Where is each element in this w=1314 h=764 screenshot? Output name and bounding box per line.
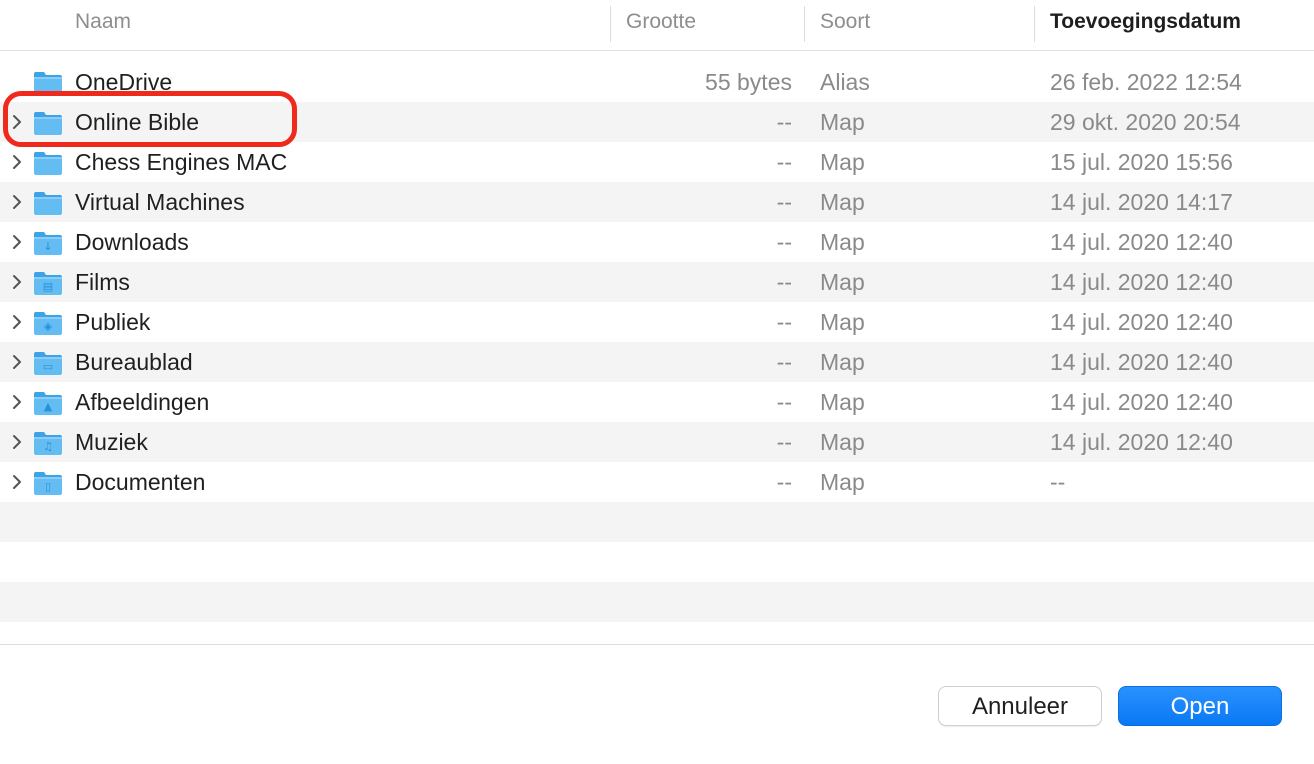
svg-text:▲: ▲ (44, 400, 53, 413)
downloads-folder-icon: ↓ (33, 230, 63, 256)
public-folder-icon: ◈ (33, 310, 63, 336)
table-row[interactable]: ▯ Documenten -- Map -- (0, 462, 1314, 502)
table-row[interactable]: ▤ Films -- Map 14 jul. 2020 12:40 (0, 262, 1314, 302)
column-header: Naam Grootte Soort Toevoegingsdatum (0, 0, 1314, 51)
row-size: -- (776, 229, 792, 255)
row-kind: Alias (820, 69, 870, 95)
row-size: -- (776, 109, 792, 135)
folder-icon (33, 190, 63, 216)
row-size: 55 bytes (705, 69, 792, 95)
footer-divider (0, 644, 1314, 645)
empty-row (0, 502, 1314, 542)
row-date: 14 jul. 2020 12:40 (1050, 229, 1233, 255)
pictures-folder-icon: ▲ (33, 390, 63, 416)
row-date: 14 jul. 2020 12:40 (1050, 269, 1233, 295)
row-size: -- (776, 189, 792, 215)
row-name: Downloads (75, 229, 189, 255)
movies-folder-icon: ▤ (33, 270, 63, 296)
row-kind: Map (820, 309, 865, 335)
row-name: Documenten (75, 469, 206, 495)
highlight-annotation (3, 91, 297, 147)
column-header-name[interactable]: Naam (75, 0, 131, 44)
row-date: -- (1050, 469, 1066, 495)
svg-text:♫: ♫ (43, 440, 53, 453)
music-folder-icon: ♫ (33, 430, 63, 456)
row-kind: Map (820, 229, 865, 255)
row-size: -- (776, 349, 792, 375)
chevron-right-icon[interactable] (8, 193, 26, 211)
row-kind: Map (820, 189, 865, 215)
column-separator[interactable] (1034, 6, 1035, 42)
chevron-right-icon[interactable] (8, 313, 26, 331)
row-size: -- (776, 469, 792, 495)
chevron-right-icon[interactable] (8, 353, 26, 371)
svg-text:▯: ▯ (45, 480, 51, 493)
row-name: Bureaublad (75, 349, 193, 375)
empty-row (0, 582, 1314, 622)
chevron-right-icon[interactable] (8, 433, 26, 451)
svg-text:↓: ↓ (43, 240, 52, 253)
row-size: -- (776, 429, 792, 455)
table-row[interactable]: ◈ Publiek -- Map 14 jul. 2020 12:40 (0, 302, 1314, 342)
row-kind: Map (820, 109, 865, 135)
table-row[interactable]: ↓ Downloads -- Map 14 jul. 2020 12:40 (0, 222, 1314, 262)
row-date: 14 jul. 2020 12:40 (1050, 389, 1233, 415)
column-header-kind[interactable]: Soort (820, 0, 870, 44)
row-date: 29 okt. 2020 20:54 (1050, 109, 1241, 135)
desktop-folder-icon: ▭ (33, 350, 63, 376)
chevron-right-icon[interactable] (8, 233, 26, 251)
row-size: -- (776, 389, 792, 415)
row-kind: Map (820, 149, 865, 175)
row-name: Publiek (75, 309, 151, 335)
table-row[interactable]: ▭ Bureaublad -- Map 14 jul. 2020 12:40 (0, 342, 1314, 382)
row-kind: Map (820, 349, 865, 375)
documents-folder-icon: ▯ (33, 470, 63, 496)
svg-text:◈: ◈ (44, 320, 53, 333)
row-date: 14 jul. 2020 14:17 (1050, 189, 1233, 215)
row-name: Afbeeldingen (75, 389, 210, 415)
row-size: -- (776, 309, 792, 335)
row-kind: Map (820, 269, 865, 295)
folder-icon (33, 150, 63, 176)
svg-text:▭: ▭ (43, 360, 53, 373)
table-row[interactable]: ♫ Muziek -- Map 14 jul. 2020 12:40 (0, 422, 1314, 462)
column-header-size[interactable]: Grootte (626, 0, 696, 44)
row-date: 14 jul. 2020 12:40 (1050, 349, 1233, 375)
chevron-right-icon[interactable] (8, 153, 26, 171)
row-size: -- (776, 149, 792, 175)
open-button[interactable]: Open (1118, 686, 1282, 726)
chevron-right-icon[interactable] (8, 393, 26, 411)
row-name: Chess Engines MAC (75, 149, 288, 175)
table-row[interactable]: Chess Engines MAC -- Map 15 jul. 2020 15:56 (0, 142, 1314, 182)
row-name: Films (75, 269, 130, 295)
row-date: 14 jul. 2020 12:40 (1050, 309, 1233, 335)
table-row[interactable]: ▲ Afbeeldingen -- Map 14 jul. 2020 12:40 (0, 382, 1314, 422)
row-date: 14 jul. 2020 12:40 (1050, 429, 1233, 455)
svg-text:▤: ▤ (43, 280, 53, 293)
row-name: Muziek (75, 429, 148, 455)
table-row[interactable]: Virtual Machines -- Map 14 jul. 2020 14:17 (0, 182, 1314, 222)
column-separator[interactable] (804, 6, 805, 42)
column-header-date-added[interactable]: Toevoegingsdatum (1050, 0, 1241, 44)
row-name: Virtual Machines (75, 189, 245, 215)
row-date: 15 jul. 2020 15:56 (1050, 149, 1233, 175)
row-size: -- (776, 269, 792, 295)
row-kind: Map (820, 429, 865, 455)
column-separator[interactable] (610, 6, 611, 42)
empty-row (0, 542, 1314, 582)
row-kind: Map (820, 389, 865, 415)
row-date: 26 feb. 2022 12:54 (1050, 69, 1242, 95)
row-kind: Map (820, 469, 865, 495)
chevron-right-icon[interactable] (8, 473, 26, 491)
chevron-right-icon[interactable] (8, 273, 26, 291)
cancel-button[interactable]: Annuleer (938, 686, 1102, 726)
